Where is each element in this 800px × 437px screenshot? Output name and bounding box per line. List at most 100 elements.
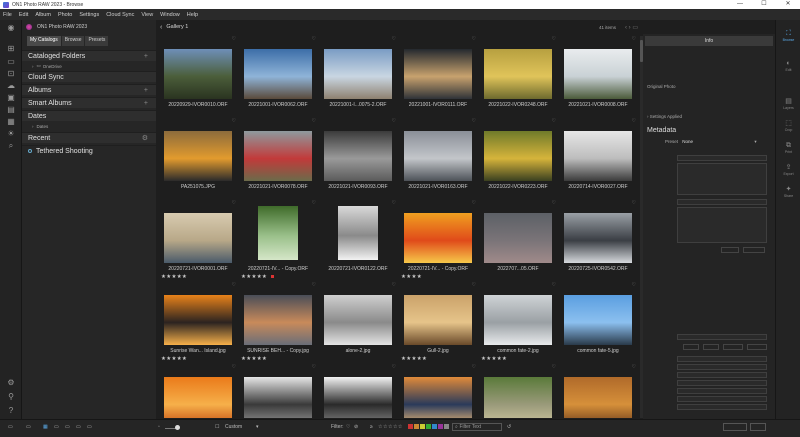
menu-cloud-sync[interactable]: Cloud Sync bbox=[106, 12, 134, 18]
photo-thumbnail[interactable] bbox=[324, 295, 392, 345]
photo-cell[interactable]: ♡ bbox=[318, 364, 398, 418]
photo-cell[interactable]: ♡ bbox=[478, 364, 558, 418]
custom-checkbox[interactable]: ☐ bbox=[215, 424, 219, 430]
slider-knob[interactable] bbox=[175, 425, 180, 430]
photo-thumbnail[interactable] bbox=[244, 295, 312, 345]
cloud-sync-section[interactable]: Cloud Sync bbox=[22, 71, 156, 82]
select-button[interactable] bbox=[723, 423, 747, 431]
menu-album[interactable]: Album bbox=[35, 12, 51, 18]
album-icon[interactable]: ▣ bbox=[6, 93, 16, 102]
heart-icon[interactable]: ♡ bbox=[312, 200, 316, 206]
heart-icon[interactable]: ♡ bbox=[632, 118, 636, 124]
photo-cell[interactable]: ♡ PA251075.JPG bbox=[158, 118, 238, 198]
heart-icon[interactable]: ♡ bbox=[552, 36, 556, 42]
preset-row[interactable]: Preset None ▾ bbox=[665, 139, 757, 145]
metadata-chip[interactable] bbox=[683, 344, 699, 350]
photo-cell[interactable]: ♡ 20220929-IVOR0010.ORF bbox=[158, 36, 238, 116]
color-filter-swatch[interactable] bbox=[420, 424, 425, 429]
albums-section[interactable]: Albums + bbox=[22, 84, 156, 95]
metadata-field[interactable] bbox=[677, 372, 767, 378]
menu-window[interactable]: Window bbox=[160, 12, 180, 18]
photo-cell[interactable]: ♡ Gull-2.jpg ★★★★★ bbox=[398, 282, 478, 362]
metadata-area[interactable] bbox=[677, 163, 767, 195]
metadata-chip[interactable] bbox=[747, 344, 767, 350]
photo-cell[interactable]: ♡ bbox=[558, 364, 638, 418]
photo-thumbnail[interactable] bbox=[484, 377, 552, 418]
heart-icon[interactable]: ♡ bbox=[472, 36, 476, 42]
heart-icon[interactable]: ♡ bbox=[392, 36, 396, 42]
photo-cell[interactable]: ♡ 20220721-IV... - Copy.ORF ★★★★ bbox=[398, 200, 478, 280]
metadata-chip[interactable] bbox=[703, 344, 719, 350]
tab-info[interactable]: Info bbox=[645, 36, 773, 46]
photo-thumbnail[interactable] bbox=[244, 377, 312, 418]
heart-icon[interactable]: ♡ bbox=[392, 282, 396, 288]
detail-view-icon[interactable]: ▭ bbox=[54, 424, 59, 430]
smart-albums-section[interactable]: Smart Albums + bbox=[22, 97, 156, 108]
heart-icon[interactable]: ♡ bbox=[312, 36, 316, 42]
metadata-field[interactable] bbox=[677, 155, 767, 161]
gear-icon[interactable]: ⚙ bbox=[142, 134, 148, 142]
metadata-button[interactable] bbox=[721, 247, 739, 253]
menu-view[interactable]: View bbox=[141, 12, 153, 18]
photo-cell[interactable]: ♡ 20221001-IVOR0111.ORF bbox=[398, 36, 478, 116]
heart-icon[interactable]: ♡ bbox=[392, 200, 396, 206]
photo-cell[interactable]: ♡ 20221021-IVOR0163.ORF bbox=[398, 118, 478, 198]
grid-view-icon[interactable]: ▦ bbox=[43, 424, 48, 430]
heart-icon[interactable]: ♡ bbox=[632, 36, 636, 42]
menu-edit[interactable]: Edit bbox=[19, 12, 28, 18]
map-view-icon[interactable]: ▭ bbox=[76, 424, 81, 430]
photo-cell[interactable]: ♡ bbox=[238, 364, 318, 418]
star-rating[interactable]: ★★★★★ bbox=[241, 274, 275, 280]
metadata-field[interactable] bbox=[677, 380, 767, 386]
compare-view-icon[interactable]: ▭ bbox=[65, 424, 70, 430]
sort-icon[interactable]: ≥ bbox=[370, 424, 373, 430]
photo-thumbnail[interactable] bbox=[324, 377, 392, 418]
dates-section[interactable]: Dates bbox=[22, 110, 156, 121]
tag-view-icon[interactable]: ▭ bbox=[87, 424, 92, 430]
color-filter-swatch[interactable] bbox=[408, 424, 413, 429]
search-icon[interactable]: ⌕ bbox=[6, 141, 16, 150]
photo-cell[interactable]: ♡ 20221022-IVOR0248.ORF bbox=[478, 36, 558, 116]
photo-thumbnail[interactable] bbox=[164, 49, 232, 99]
tab-browse[interactable]: Browse bbox=[61, 36, 85, 46]
reset-filter-icon[interactable]: ↺ bbox=[507, 424, 511, 430]
star-rating[interactable]: ★★★★ bbox=[401, 274, 422, 280]
tab-my-catalogs[interactable]: My Catalogs bbox=[27, 36, 61, 46]
settings-icon[interactable]: ⚙ bbox=[6, 378, 16, 387]
heart-icon[interactable]: ♡ bbox=[312, 118, 316, 124]
module-print[interactable]: ⧉ Print bbox=[776, 142, 800, 154]
heart-icon[interactable]: ♡ bbox=[552, 282, 556, 288]
color-filter-swatch[interactable] bbox=[444, 424, 449, 429]
photo-cell[interactable]: ♡ 20220721-IVOR0001.ORF ★★★★★ bbox=[158, 200, 238, 280]
account-icon[interactable]: ⚲ bbox=[6, 392, 16, 401]
heart-icon[interactable]: ♡ bbox=[632, 282, 636, 288]
photo-thumbnail[interactable] bbox=[244, 49, 312, 99]
photo-thumbnail[interactable] bbox=[404, 131, 472, 181]
metadata-button[interactable] bbox=[743, 247, 765, 253]
menu-photo[interactable]: Photo bbox=[58, 12, 72, 18]
module-browse[interactable]: ⛶ Browse bbox=[776, 30, 800, 42]
help-icon[interactable]: ? bbox=[6, 406, 16, 415]
photo-thumbnail[interactable] bbox=[404, 49, 472, 99]
camera-icon[interactable]: ⊡ bbox=[6, 69, 16, 78]
heart-icon[interactable]: ♡ bbox=[232, 36, 236, 42]
heart-icon[interactable]: ♡ bbox=[312, 282, 316, 288]
photo-cell[interactable]: ♡ alone-2.jpg bbox=[318, 282, 398, 362]
photo-thumbnail[interactable] bbox=[324, 49, 392, 99]
color-filter-swatch[interactable] bbox=[438, 424, 443, 429]
heart-icon[interactable]: ♡ bbox=[312, 364, 316, 370]
heart-icon[interactable]: ♡ bbox=[232, 200, 236, 206]
photo-cell[interactable]: ♡ 20221001-IVOR0062.ORF bbox=[238, 36, 318, 116]
minimize-button[interactable]: — bbox=[728, 0, 752, 9]
metadata-chip[interactable] bbox=[723, 344, 743, 350]
sync-button[interactable] bbox=[750, 423, 766, 431]
photo-cell[interactable]: ♡ Sunrise Wan... Island.jpg ★★★★★ bbox=[158, 282, 238, 362]
folders-icon[interactable]: ▭ bbox=[6, 57, 16, 66]
photo-cell[interactable]: ♡ SUNRISE BEH... - Copy.jpg ★★★★★ bbox=[238, 282, 318, 362]
photo-cell[interactable]: ♡ 20220725-IVOR0542.ORF bbox=[558, 200, 638, 280]
photo-cell[interactable]: ♡ common fate-2.jpg ★★★★★ bbox=[478, 282, 558, 362]
module-edit[interactable]: ◐ Edit bbox=[776, 60, 800, 72]
cataloged-folders-section[interactable]: Cataloged Folders + bbox=[22, 50, 156, 61]
maximize-button[interactable]: ☐ bbox=[752, 0, 776, 9]
smart-album-icon[interactable]: ▤ bbox=[6, 105, 16, 114]
